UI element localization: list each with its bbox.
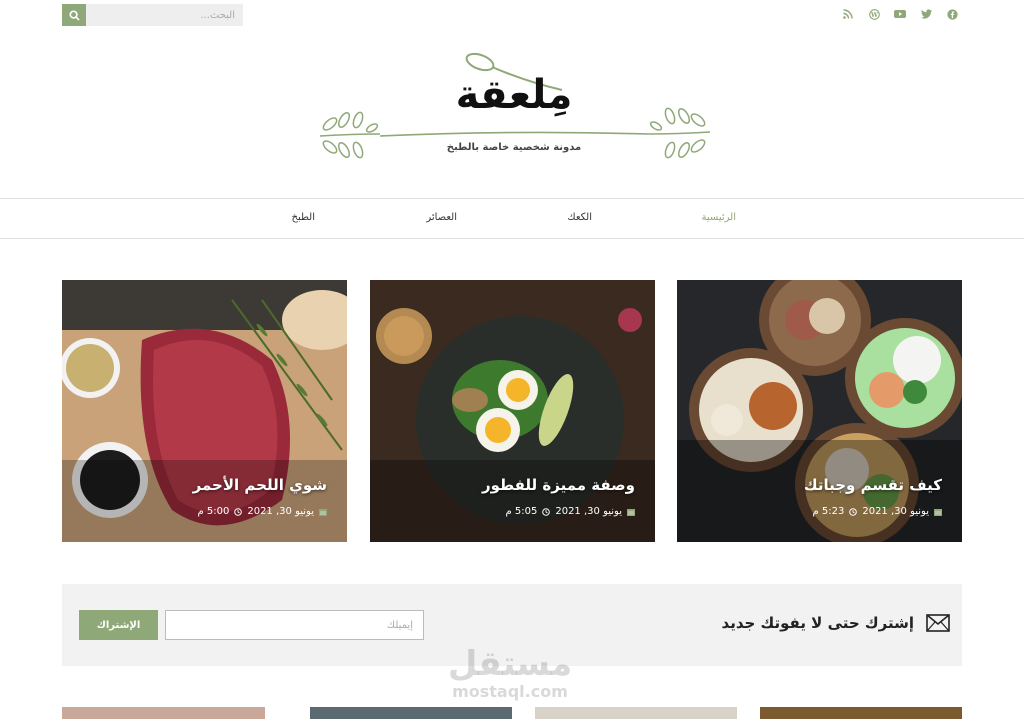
post-time: 5:05 م <box>505 506 538 517</box>
facebook-icon[interactable] <box>946 8 958 20</box>
post-image <box>677 280 962 542</box>
watermark-arabic: مستقل <box>447 644 573 684</box>
post-time: 5:23 م <box>812 506 845 517</box>
search-button[interactable] <box>62 4 86 26</box>
post-image <box>62 280 347 542</box>
post-time: 5:00 م <box>197 506 230 517</box>
clock-icon <box>849 507 858 516</box>
post-date: يونيو 30, 2021 <box>247 506 314 517</box>
nav-item-home[interactable]: الرئيسية <box>702 212 736 223</box>
search-icon <box>68 9 80 21</box>
calendar-icon <box>627 508 635 516</box>
logo-tagline: مدونة شخصية خاصة بالطبخ <box>446 142 582 153</box>
wordpress-icon[interactable]: W <box>868 8 880 20</box>
calendar-icon <box>319 508 327 516</box>
logo-title: مِلعقة <box>455 72 573 118</box>
post-thumbnail[interactable] <box>310 707 512 719</box>
post-meta: يونيو 30, 2021 5:05 م <box>505 506 635 517</box>
clock-icon <box>234 507 243 516</box>
svg-text:W: W <box>869 10 878 18</box>
nav-item-cakes[interactable]: الكعك <box>567 212 592 223</box>
calendar-icon <box>934 508 942 516</box>
envelope-icon <box>926 614 950 632</box>
post-date: يونيو 30, 2021 <box>862 506 929 517</box>
post-date: يونيو 30, 2021 <box>555 506 622 517</box>
search-input[interactable] <box>86 4 243 26</box>
rss-icon[interactable] <box>842 8 854 20</box>
post-card[interactable]: شوي اللحم الأحمر يونيو 30, 2021 5:00 م <box>62 280 347 542</box>
nav-item-juices[interactable]: العصائر <box>426 212 457 223</box>
post-meta: يونيو 30, 2021 5:00 م <box>197 506 327 517</box>
social-links: W <box>842 8 958 20</box>
post-card[interactable]: كيف تقسم وجباتك يونيو 30, 2021 5:23 م <box>677 280 962 542</box>
post-title[interactable]: شوي اللحم الأحمر <box>193 476 327 494</box>
main-nav: الرئيسية الكعك العصائر الطبخ <box>0 198 1024 239</box>
post-thumbnail[interactable] <box>62 707 265 719</box>
youtube-icon[interactable] <box>894 8 906 20</box>
post-image <box>370 280 655 542</box>
post-thumbnail[interactable] <box>535 707 737 719</box>
watermark-latin: mostaql.com <box>452 682 568 701</box>
subscribe-button[interactable]: الإشتراك <box>79 610 158 640</box>
post-title[interactable]: كيف تقسم وجباتك <box>804 476 942 494</box>
clock-icon <box>542 507 551 516</box>
email-field[interactable] <box>165 610 424 640</box>
post-card[interactable]: وصفة مميزة للفطور يونيو 30, 2021 5:05 م <box>370 280 655 542</box>
newsletter-heading: إشترك حتى لا يفوتك جديد <box>721 614 914 632</box>
watermark: مستقل mostaql.com <box>440 645 580 701</box>
post-thumbnail[interactable] <box>760 707 962 719</box>
twitter-icon[interactable] <box>920 8 932 20</box>
site-logo[interactable]: مِلعقة مدونة شخصية خاصة بالطبخ <box>312 50 716 162</box>
search-form <box>62 4 243 26</box>
post-meta: يونيو 30, 2021 5:23 م <box>812 506 942 517</box>
nav-item-cooking[interactable]: الطبخ <box>291 212 315 223</box>
top-bar: W <box>0 0 1024 32</box>
post-title[interactable]: وصفة مميزة للفطور <box>482 476 635 494</box>
